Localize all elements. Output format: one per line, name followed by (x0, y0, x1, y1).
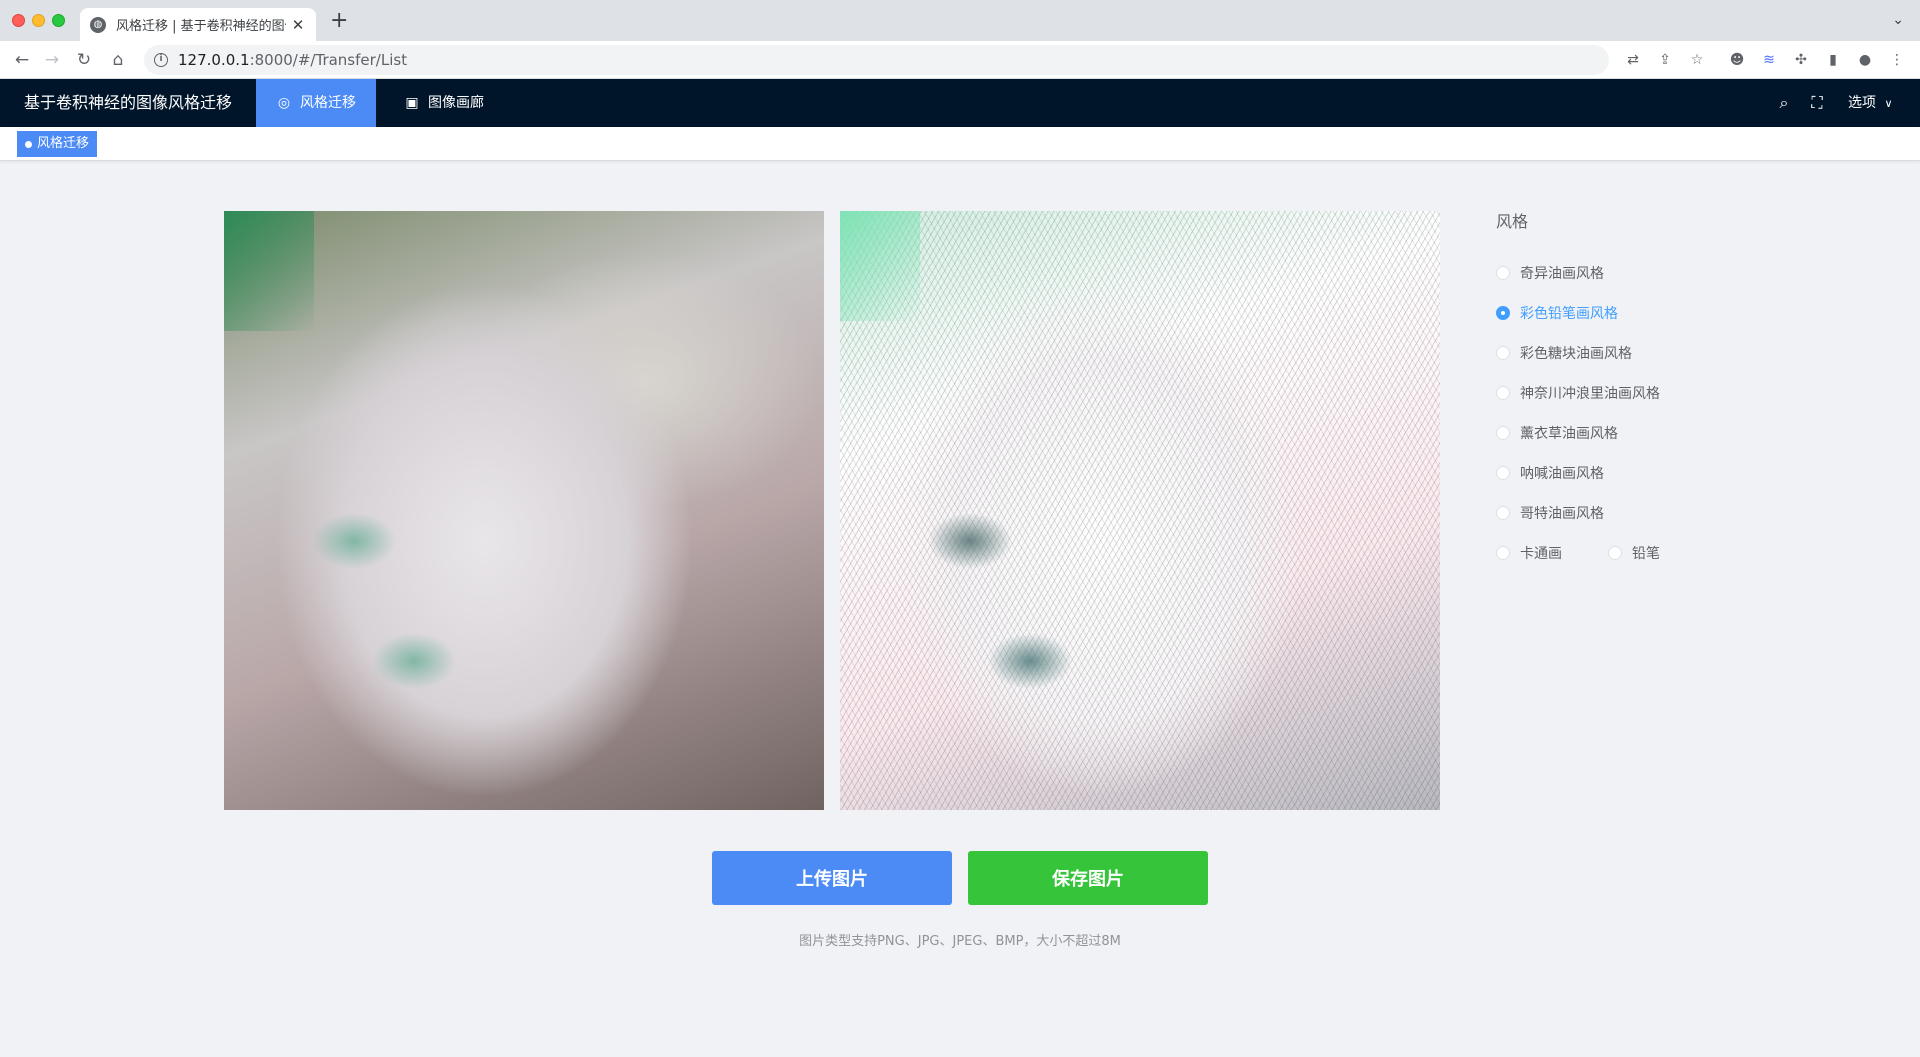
address-bar[interactable]: i 127.0.0.1:8000/#/Transfer/List (144, 45, 1609, 75)
new-tab-icon[interactable]: + (330, 10, 348, 32)
extensions-puzzle-icon[interactable]: ✣ (1792, 51, 1810, 69)
style-option-label: 哥特油画风格 (1520, 506, 1604, 522)
browser-tabbar: ◍ 风格迁移 | 基于卷积神经的图像风格迁移 ✕ + ⌄ (0, 0, 1920, 41)
style-panel: 风格 奇异油画风格 彩色铅笔画风格 彩色糖块油画风格 神奈川冲浪里油画风格 薰衣… (1496, 211, 1816, 573)
radio-circle-icon (1496, 346, 1510, 360)
style-radio-option[interactable]: 彩色铅笔画风格 (1496, 303, 1618, 323)
browser-tab[interactable]: ◍ 风格迁移 | 基于卷积神经的图像风格迁移 ✕ (80, 8, 316, 41)
globe-icon: ◍ (90, 16, 106, 33)
radio-circle-icon (1496, 266, 1510, 280)
nav-tab-label: 风格迁移 (300, 95, 356, 111)
url-host: 127.0.0.1 (178, 51, 250, 69)
style-radio-option[interactable]: 奇异油画风格 (1496, 263, 1604, 283)
tag-active-dot-icon (25, 140, 32, 148)
style-panel-title: 风格 (1496, 212, 1529, 231)
stylized-result-image (840, 211, 1440, 810)
style-radio-option[interactable]: 呐喊油画风格 (1496, 463, 1604, 483)
style-option-label: 卡通画 (1520, 546, 1562, 562)
radio-circle-icon (1496, 506, 1510, 520)
nav-tab-image-gallery[interactable]: ▣ 图像画廊 (384, 79, 504, 127)
tab-search-chevron-icon[interactable]: ⌄ (1892, 12, 1904, 28)
tab-close-icon[interactable]: ✕ (290, 16, 306, 34)
style-radio-option[interactable]: 哥特油画风格 (1496, 503, 1604, 523)
style-option-label: 彩色糖块油画风格 (1520, 346, 1632, 362)
radio-circle-icon (1608, 546, 1622, 560)
bookmark-star-icon[interactable]: ☆ (1688, 51, 1706, 69)
style-radio-option[interactable]: 铅笔 (1608, 543, 1660, 563)
app-header: 基于卷积神经的图像风格迁移 ◎ 风格迁移 ▣ 图像画廊 ⌕ ⛶ 选项 ∨ (0, 79, 1920, 127)
radio-circle-icon (1496, 466, 1510, 480)
radio-circle-icon (1496, 546, 1510, 560)
forward-arrow-icon[interactable]: → (40, 48, 64, 72)
tag-style-transfer[interactable]: 风格迁移 (17, 131, 98, 157)
style-radio-option[interactable]: 卡通画 (1496, 543, 1562, 563)
options-dropdown[interactable]: 选项 ∨ (1848, 79, 1893, 128)
profile-icon[interactable]: ● (1856, 51, 1874, 69)
upload-image-button[interactable]: 上传图片 (712, 851, 952, 905)
translate-icon[interactable]: ⇄ (1624, 51, 1642, 69)
upload-hint-text: 图片类型支持PNG、JPG、JPEG、BMP，大小不超过8M (799, 934, 1121, 949)
style-transfer-icon: ◎ (277, 95, 291, 111)
chevron-down-icon: ∨ (1884, 97, 1893, 110)
radio-circle-icon (1496, 306, 1510, 320)
style-option-label: 呐喊油画风格 (1520, 466, 1604, 482)
options-label: 选项 (1848, 95, 1876, 111)
home-icon[interactable]: ⌂ (106, 48, 130, 72)
style-radio-option[interactable]: 彩色糖块油画风格 (1496, 343, 1632, 363)
style-radio-option[interactable]: 薰衣草油画风格 (1496, 423, 1618, 443)
site-info-icon[interactable]: i (154, 53, 168, 67)
maximize-window-button[interactable] (52, 14, 65, 27)
style-option-label: 铅笔 (1632, 546, 1660, 562)
app-title: 基于卷积神经的图像风格迁移 (24, 93, 233, 112)
save-image-button[interactable]: 保存图片 (968, 851, 1208, 905)
search-icon[interactable]: ⌕ (1774, 93, 1794, 113)
tags-view-bar: 风格迁移 (0, 127, 1920, 161)
style-radio-group: 奇异油画风格 彩色铅笔画风格 彩色糖块油画风格 神奈川冲浪里油画风格 薰衣草油画… (1496, 253, 1816, 573)
reload-icon[interactable]: ↻ (72, 48, 96, 72)
style-option-label: 彩色铅笔画风格 (1520, 306, 1618, 322)
original-image (224, 211, 824, 810)
side-panel-icon[interactable]: ▮ (1824, 51, 1842, 69)
url-path: :8000/#/Transfer/List (249, 51, 408, 69)
style-radio-option[interactable]: 神奈川冲浪里油画风格 (1496, 383, 1660, 403)
nav-tab-label: 图像画廊 (428, 95, 484, 111)
style-option-label: 奇异油画风格 (1520, 266, 1604, 282)
tag-label: 风格迁移 (37, 136, 90, 151)
browser-menu-icon[interactable]: ⋮ (1888, 51, 1906, 69)
close-window-button[interactable] (12, 14, 25, 27)
radio-circle-icon (1496, 386, 1510, 400)
style-option-label: 薰衣草油画风格 (1520, 426, 1618, 442)
browser-toolbar: ← → ↻ ⌂ i 127.0.0.1:8000/#/Transfer/List… (0, 41, 1920, 79)
extension-avatar-icon[interactable]: ☻ (1728, 51, 1746, 69)
radio-circle-icon (1496, 426, 1510, 440)
minimize-window-button[interactable] (32, 14, 45, 27)
nav-tab-style-transfer[interactable]: ◎ 风格迁移 (256, 79, 376, 127)
style-option-label: 神奈川冲浪里油画风格 (1520, 386, 1660, 402)
browser-tab-title: 风格迁移 | 基于卷积神经的图像风格迁移 (116, 19, 286, 34)
share-icon[interactable]: ⇪ (1656, 51, 1674, 69)
back-arrow-icon[interactable]: ← (10, 48, 34, 72)
url-text: 127.0.0.1:8000/#/Transfer/List (178, 51, 407, 69)
fullscreen-icon[interactable]: ⛶ (1807, 93, 1827, 113)
image-gallery-icon: ▣ (405, 95, 419, 111)
extension-layers-icon[interactable]: ≋ (1760, 51, 1778, 69)
